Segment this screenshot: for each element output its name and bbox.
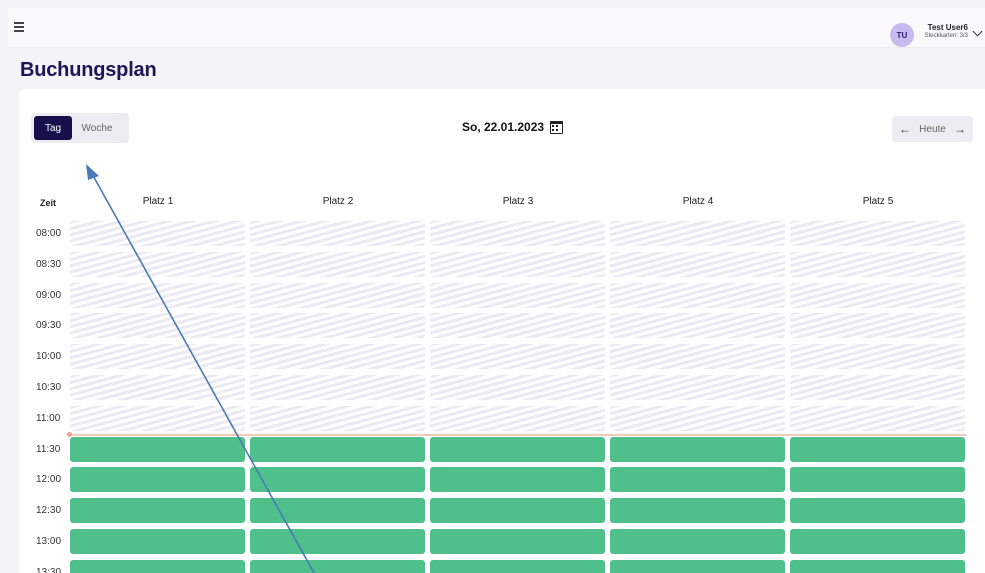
blocked-slot <box>610 375 785 400</box>
column-header-platz-4: Platz 4 <box>682 196 714 207</box>
current-time-marker <box>67 432 72 437</box>
user-info[interactable]: Test User6 Steckkarten: 3/3 <box>916 23 968 40</box>
user-name: Test User6 <box>927 23 968 32</box>
free-slot[interactable] <box>610 498 785 524</box>
time-label: 08:00 <box>36 228 62 239</box>
blocked-slot <box>610 282 785 308</box>
today-button[interactable]: Heute <box>919 124 946 135</box>
time-label: 10:30 <box>36 382 62 393</box>
blocked-slot <box>250 375 425 400</box>
blocked-slot <box>250 344 425 370</box>
blocked-slot <box>250 221 425 246</box>
blocked-slot <box>430 282 605 308</box>
column-header-platz-1: Platz 1 <box>142 196 174 207</box>
time-label: 12:00 <box>36 474 62 486</box>
free-slot[interactable] <box>70 559 245 573</box>
blocked-slot <box>70 405 245 431</box>
free-slot[interactable] <box>790 467 965 493</box>
week-view-button[interactable]: Woche <box>72 116 122 140</box>
blocked-slot <box>790 344 965 370</box>
free-slot[interactable] <box>70 498 245 524</box>
day-view-button[interactable]: Tag <box>34 116 72 140</box>
time-label: 09:00 <box>36 289 62 301</box>
blocked-slot <box>70 313 245 339</box>
blocked-slot <box>70 282 245 308</box>
free-slot[interactable] <box>70 436 245 462</box>
blocked-slot <box>70 375 245 400</box>
time-label: 11:30 <box>36 443 61 455</box>
column-header-platz-2: Platz 2 <box>322 196 354 207</box>
blocked-slot <box>250 405 425 431</box>
arrow-right-icon[interactable]: → <box>954 122 966 136</box>
free-slot[interactable] <box>430 529 605 554</box>
time-label: 12:30 <box>36 505 62 517</box>
date-navigation: ← Heute → <box>892 116 973 142</box>
time-column-header: Zeit <box>40 198 57 208</box>
free-slot[interactable] <box>790 436 965 462</box>
free-slot[interactable] <box>250 529 425 554</box>
free-slot[interactable] <box>790 529 965 554</box>
blocked-slot <box>610 251 785 277</box>
blocked-slot <box>430 405 605 431</box>
view-toggle: Tag Woche <box>31 113 129 143</box>
blocked-slot <box>250 282 425 308</box>
free-slot[interactable] <box>610 436 785 462</box>
calendar-icon[interactable] <box>550 120 564 134</box>
blocked-slot <box>250 251 425 277</box>
avatar[interactable]: TU <box>890 23 914 47</box>
column-header-platz-5: Platz 5 <box>862 196 894 207</box>
free-slot[interactable] <box>430 467 605 493</box>
date-label: So, 22.01.2023 <box>462 120 545 134</box>
blocked-slot <box>70 344 245 370</box>
blocked-slot <box>430 344 605 370</box>
free-slot[interactable] <box>610 559 785 573</box>
free-slot[interactable] <box>610 529 785 554</box>
free-slot[interactable] <box>790 559 965 573</box>
free-slot[interactable] <box>70 467 245 493</box>
blocked-slot <box>610 405 785 431</box>
user-subtitle: Steckkarten: 3/3 <box>924 33 968 39</box>
blocked-slot <box>610 344 785 370</box>
free-slot[interactable] <box>430 436 605 462</box>
time-label: 09:30 <box>36 320 62 332</box>
time-label: 08:30 <box>36 258 62 270</box>
free-slot[interactable] <box>790 498 965 524</box>
time-label: 13:30 <box>36 566 62 573</box>
free-slot[interactable] <box>610 467 785 493</box>
time-label: 13:00 <box>36 536 62 547</box>
blocked-slot <box>610 313 785 339</box>
free-slot[interactable] <box>430 559 605 573</box>
date-display: So, 22.01.2023 <box>462 120 564 134</box>
blocked-slot <box>790 282 965 308</box>
blocked-slot <box>790 405 965 431</box>
blocked-slot <box>430 375 605 400</box>
blocked-slot <box>250 313 425 339</box>
free-slot[interactable] <box>250 498 425 524</box>
free-slot[interactable] <box>430 498 605 524</box>
blocked-slot <box>430 313 605 339</box>
blocked-slot <box>790 313 965 339</box>
blocked-slot <box>790 251 965 277</box>
menu-icon[interactable] <box>14 22 24 32</box>
free-slot[interactable] <box>70 529 245 554</box>
blocked-slot <box>790 221 965 246</box>
current-time-line <box>69 434 966 436</box>
page-title: Buchungsplan <box>20 59 157 81</box>
blocked-slot <box>790 375 965 400</box>
blocked-slot <box>70 221 245 246</box>
blocked-slot <box>430 251 605 277</box>
column-header-platz-3: Platz 3 <box>502 196 534 207</box>
chevron-down-icon[interactable] <box>972 26 983 37</box>
blocked-slot <box>70 251 245 277</box>
time-label: 11:00 <box>36 412 61 424</box>
time-label: 10:00 <box>36 351 62 363</box>
blocked-slot <box>610 221 785 246</box>
arrow-left-icon[interactable]: ← <box>899 122 911 136</box>
top-bar: TU Test User6 Steckkarten: 3/3 <box>8 8 985 48</box>
free-slot[interactable] <box>250 467 425 493</box>
free-slot[interactable] <box>250 436 425 462</box>
free-slot[interactable] <box>250 559 425 573</box>
blocked-slot <box>430 221 605 246</box>
